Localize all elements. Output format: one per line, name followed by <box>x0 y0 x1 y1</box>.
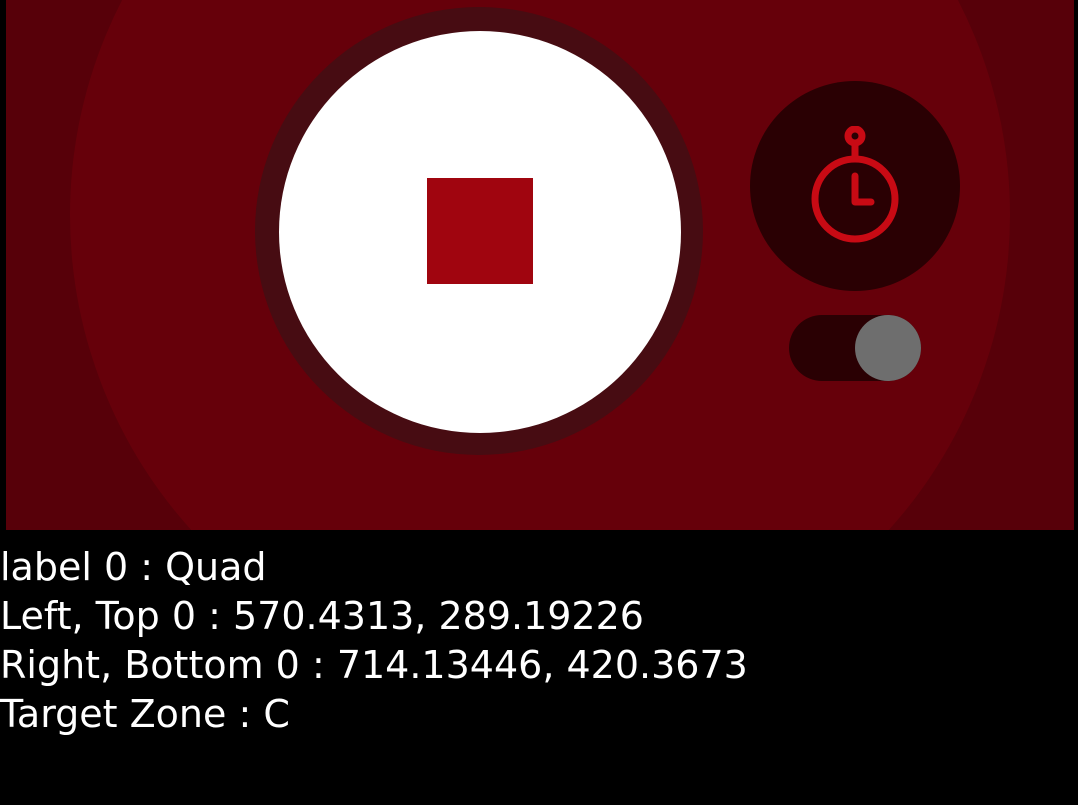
timer-button[interactable] <box>750 81 960 291</box>
overlay-right-bottom-line: Right, Bottom 0 : 714.13446, 420.3673 <box>0 643 748 687</box>
toggle-knob[interactable] <box>855 315 921 381</box>
debug-overlay: label 0 : Quad Left, Top 0 : 570.4313, 2… <box>0 543 748 739</box>
overlay-label-line: label 0 : Quad <box>0 545 267 589</box>
mode-toggle[interactable] <box>789 315 921 381</box>
record-stop-button[interactable] <box>279 31 681 433</box>
camera-panel <box>6 0 1074 530</box>
stop-square-icon <box>427 178 533 284</box>
overlay-target-zone-line: Target Zone : C <box>0 692 290 736</box>
page: label 0 : Quad Left, Top 0 : 570.4313, 2… <box>0 0 1078 805</box>
overlay-left-top-line: Left, Top 0 : 570.4313, 289.19226 <box>0 594 644 638</box>
stopwatch-icon <box>811 126 899 243</box>
